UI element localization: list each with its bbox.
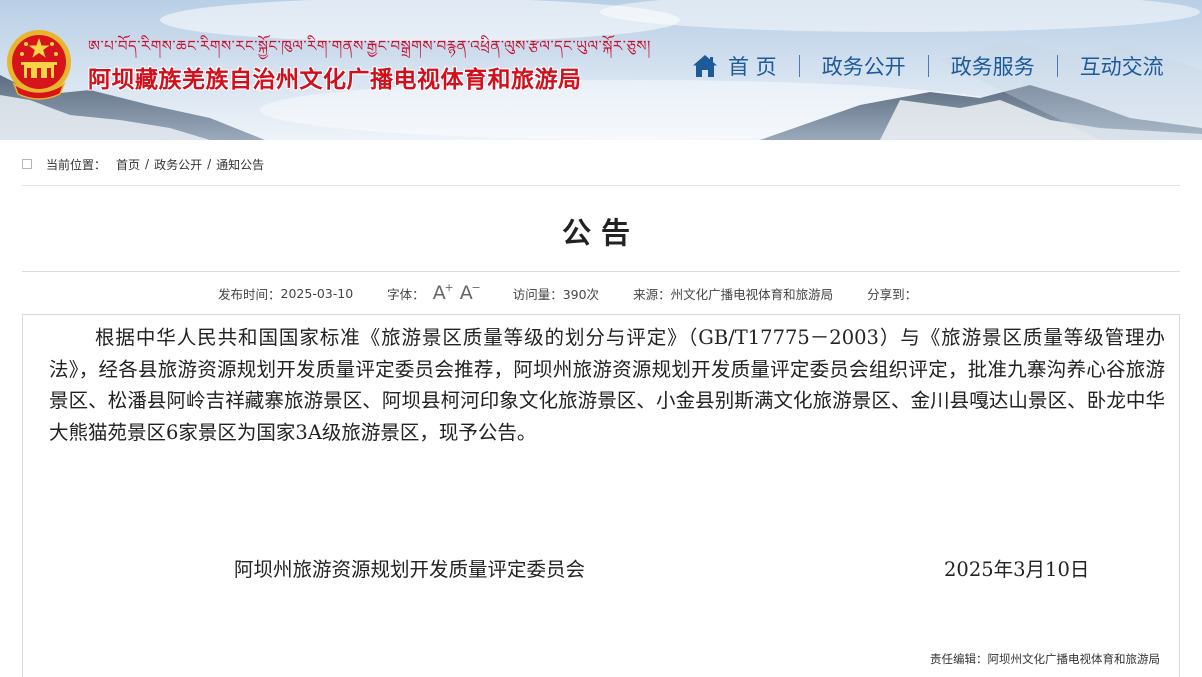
views-count: 390次 — [562, 286, 600, 302]
source-label: 来源： — [633, 286, 671, 302]
main-nav: 首 页 政务公开 政务服务 互动交流 — [692, 50, 1164, 82]
share-label: 分享到： — [867, 286, 918, 302]
editor-value: 阿坝州文化广播电视体育和旅游局 — [987, 652, 1161, 666]
article-title: 公告 — [561, 216, 640, 250]
breadcrumb-divider — [22, 185, 1180, 186]
breadcrumb-separator: / — [207, 157, 212, 171]
home-icon — [693, 55, 717, 77]
breadcrumb-prefix: 当前位置： — [46, 157, 107, 172]
article-signer: 阿坝州旅游资源规划开发质量评定委员会 — [234, 558, 586, 581]
publish-label: 发布时间： — [218, 286, 281, 302]
font-decrease-button[interactable]: A − — [460, 281, 481, 303]
nav-item-interaction[interactable]: 互动交流 — [1080, 51, 1164, 81]
breadcrumb-link-notices[interactable]: 通知公告 — [216, 156, 264, 173]
nav-divider — [1056, 55, 1058, 77]
font-decrease-mark: − — [471, 281, 481, 294]
site-title: 阿坝藏族羌族自治州文化广播电视体育和旅游局 — [88, 67, 582, 93]
views-label: 访问量： — [512, 286, 563, 302]
breadcrumb: 当前位置： 首页 / 政务公开 / 通知公告 — [22, 150, 1180, 178]
breadcrumb-link-home[interactable]: 首页 — [116, 156, 140, 173]
breadcrumb-marker-icon — [22, 159, 32, 169]
breadcrumb-separator: / — [145, 157, 150, 171]
source-value: 州文化广播电视体育和旅游局 — [670, 286, 834, 302]
article-sign-date: 2025年3月10日 — [944, 558, 1090, 581]
article-body: 根据中华人民共和国国家标准《旅游景区质量等级的划分与评定》（GB/T17775－… — [49, 326, 1165, 444]
site-header: ཨ་པ་བོད་རིགས་ཆང་རིགས་རང་སྐྱོང་ཁུལ་རིག་གན… — [0, 0, 1202, 140]
font-increase-button[interactable]: A + — [433, 281, 454, 303]
nav-divider — [798, 55, 800, 77]
nav-item-government-services[interactable]: 政务服务 — [951, 51, 1035, 81]
article-meta: 发布时间： 2025-03-10 字体： A + A − 访问量： 390次 来源：… — [218, 281, 918, 303]
breadcrumb-link-government-affairs[interactable]: 政务公开 — [154, 156, 202, 173]
responsible-editor: 责任编辑：阿坝州文化广播电视体育和旅游局 — [930, 651, 1160, 667]
nav-item-government-affairs[interactable]: 政务公开 — [822, 51, 906, 81]
title-divider — [22, 271, 1180, 272]
nav-divider — [927, 55, 929, 77]
national-emblem-icon — [7, 30, 71, 100]
nav-item-home[interactable]: 首 页 — [692, 51, 777, 81]
font-size-label: 字体： — [387, 286, 425, 302]
editor-label: 责任编辑： — [930, 652, 988, 666]
publish-date: 2025-03-10 — [280, 285, 354, 301]
font-increase-mark: + — [444, 281, 454, 294]
nav-item-label: 政务服务 — [950, 55, 1035, 79]
nav-item-home-label: 首 页 — [728, 55, 777, 79]
nav-item-label: 政务公开 — [821, 55, 906, 79]
nav-item-label: 互动交流 — [1079, 55, 1164, 79]
